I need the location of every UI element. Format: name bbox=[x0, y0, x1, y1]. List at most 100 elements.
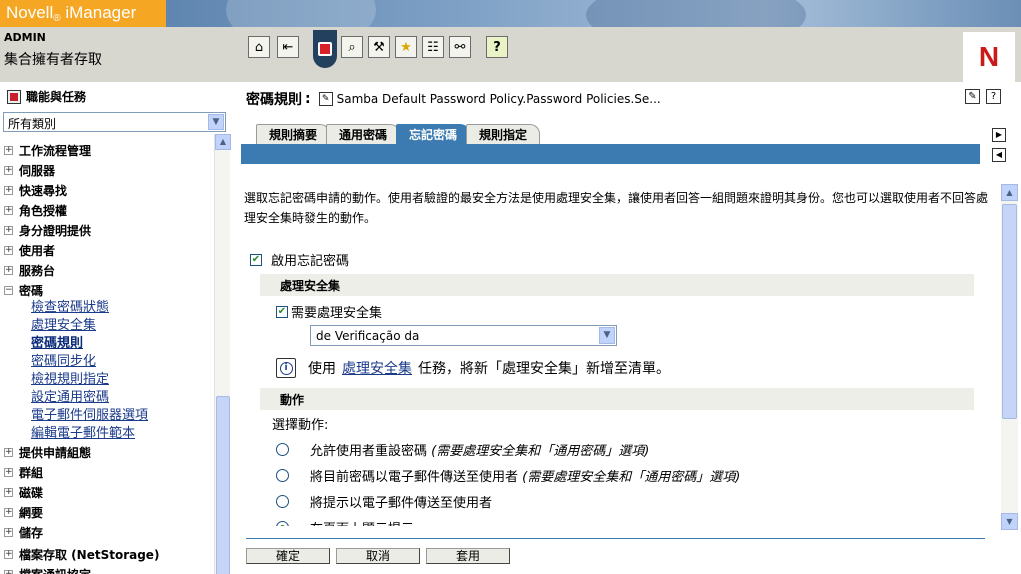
radio-button-selected[interactable] bbox=[276, 521, 289, 526]
tree-item-role-auth[interactable]: + 角色授權 bbox=[4, 202, 67, 219]
header-banner bbox=[166, 0, 1021, 27]
tab-policy-summary[interactable]: 規則摘要 bbox=[256, 124, 331, 144]
expand-icon[interactable]: + bbox=[4, 266, 13, 275]
action-buttons: 確定 取消 套用 bbox=[246, 548, 516, 564]
action-email-hint[interactable]: 將提示以電子郵件傳送至使用者 bbox=[276, 492, 492, 511]
forgotten-password-form: 選取忘記密碼申請的動作。使用者驗證的最安全方法是使用處理安全集，讓使用者回答一組… bbox=[238, 182, 1000, 526]
action-email-password[interactable]: 將目前密碼以電子郵件傳送至使用者 (需要處理安全集和「通用密碼」選項) bbox=[276, 466, 740, 485]
expand-icon[interactable]: + bbox=[4, 570, 13, 574]
info-note: i 使用 處理安全集 任務，將新「處理安全集」新增至清單。 bbox=[276, 358, 670, 378]
enable-checkbox[interactable]: ✔ bbox=[250, 253, 262, 266]
require-checkbox[interactable]: ✔ bbox=[276, 305, 288, 318]
expand-icon[interactable]: + bbox=[4, 206, 13, 215]
prev-tab-icon[interactable]: ◀ bbox=[992, 148, 1006, 162]
challenge-set-select[interactable]: de Verificação da ▼ bbox=[310, 325, 617, 346]
toolbox-icon[interactable]: ⚒ bbox=[368, 36, 390, 58]
tree-item-provisioning[interactable]: + 提供申請組態 bbox=[4, 444, 91, 461]
chevron-down-icon[interactable]: ▼ bbox=[208, 114, 224, 130]
expand-icon[interactable]: + bbox=[4, 448, 13, 457]
exit-icon[interactable]: ⇤ bbox=[277, 36, 299, 58]
apply-button[interactable]: 套用 bbox=[426, 548, 510, 564]
search-icon[interactable]: ⌕ bbox=[341, 36, 363, 58]
require-challenge-set[interactable]: ✔ 需要處理安全集 bbox=[276, 302, 382, 321]
task-password-sync[interactable]: 密碼同步化 bbox=[31, 350, 96, 369]
category-select[interactable]: 所有類別 ▼ bbox=[3, 112, 226, 132]
tab-forgotten-password[interactable]: 忘記密碼 bbox=[396, 124, 471, 144]
help-icon[interactable]: ? bbox=[486, 36, 508, 58]
ok-button[interactable]: 確定 bbox=[246, 548, 330, 564]
scroll-thumb[interactable] bbox=[216, 396, 230, 574]
favorites-icon[interactable]: ★ bbox=[395, 36, 417, 58]
scroll-down-icon[interactable]: ▼ bbox=[1001, 513, 1018, 530]
task-edit-email-templates[interactable]: 編輯電子郵件範本 bbox=[31, 422, 135, 441]
tree-item-storage[interactable]: + 儲存 bbox=[4, 524, 43, 541]
tree-item-servers[interactable]: + 伺服器 bbox=[4, 162, 55, 179]
edit-icon[interactable]: ✎ bbox=[965, 89, 980, 104]
tree-item-identity[interactable]: + 身分證明提供 bbox=[4, 222, 91, 239]
action-allow-reset[interactable]: 允許使用者重設密碼 (需要處理安全集和「通用密碼」選項) bbox=[276, 440, 649, 459]
expand-icon[interactable]: + bbox=[4, 528, 13, 537]
scroll-up-icon[interactable]: ▲ bbox=[1001, 184, 1018, 201]
task-tree: + 工作流程管理 + 伺服器 + 快速尋找 + 角色授權 + 身分證明提供 + 使用者 + 服… bbox=[0, 138, 214, 574]
task-password-policies[interactable]: 密碼規則 bbox=[31, 332, 83, 351]
scroll-thumb[interactable] bbox=[1002, 204, 1017, 419]
tree-item-helpdesk[interactable]: + 服務台 bbox=[4, 262, 55, 279]
help-icon[interactable]: ? bbox=[986, 89, 1001, 104]
header: Novell® iManager ADMIN 集合擁有者存取 ⌂ ⇤ ⌕ ⚒ ★… bbox=[0, 0, 1021, 84]
novell-logo: Novell® iManager bbox=[0, 0, 166, 27]
policy-icon: ✎ bbox=[318, 92, 333, 106]
panel-title: 職能與任務 bbox=[8, 88, 86, 105]
tab-policy-assignment[interactable]: 規則指定 bbox=[466, 124, 541, 144]
checklist-icon[interactable]: ☷ bbox=[422, 36, 444, 58]
expand-icon[interactable]: + bbox=[4, 246, 13, 255]
tree-item-quick-find[interactable]: + 快速尋找 bbox=[4, 182, 67, 199]
expand-icon[interactable]: + bbox=[4, 186, 13, 195]
roles-tasks-panel: 職能與任務 所有類別 ▼ + 工作流程管理 + 伺服器 + 快速尋找 + 角色授權 + 身… bbox=[0, 84, 232, 574]
section-challenge-set: 處理安全集 bbox=[260, 274, 974, 296]
user-name: ADMIN bbox=[4, 31, 46, 44]
challenge-set-link[interactable]: 處理安全集 bbox=[342, 358, 412, 378]
expand-icon[interactable]: + bbox=[4, 550, 13, 559]
expand-icon[interactable]: + bbox=[4, 468, 13, 477]
chevron-down-icon[interactable]: ▼ bbox=[599, 327, 615, 344]
policy-name: Samba Default Password Policy.Password P… bbox=[336, 92, 661, 106]
expand-icon[interactable]: + bbox=[4, 146, 13, 155]
task-challenge-sets[interactable]: 處理安全集 bbox=[31, 314, 96, 333]
main-scrollbar[interactable]: ▲ ▼ bbox=[1001, 184, 1018, 530]
tree-item-groups[interactable]: + 群組 bbox=[4, 464, 43, 481]
enable-forgotten-password[interactable]: ✔ 啟用忘記密碼 bbox=[250, 250, 349, 269]
tree-item-netstorage[interactable]: + 檔案存取 (NetStorage) bbox=[4, 546, 159, 563]
tree-item-file-protocols[interactable]: +檔案通訊協定 bbox=[4, 566, 91, 574]
expand-icon[interactable]: + bbox=[4, 166, 13, 175]
radio-button[interactable] bbox=[276, 469, 289, 482]
tree-item-workflow[interactable]: + 工作流程管理 bbox=[4, 142, 91, 159]
cancel-button[interactable]: 取消 bbox=[336, 548, 420, 564]
task-view-policy-assignment[interactable]: 檢視規則指定 bbox=[31, 368, 109, 387]
expand-icon[interactable]: + bbox=[4, 488, 13, 497]
intro-text: 選取忘記密碼申請的動作。使用者驗證的最安全方法是使用處理安全集，讓使用者回答一組… bbox=[244, 191, 989, 225]
info-icon: i bbox=[276, 358, 296, 378]
action-show-hint[interactable]: 在頁面上顯示提示 bbox=[276, 518, 414, 526]
collapse-icon[interactable]: − bbox=[4, 286, 13, 295]
expand-icon[interactable]: + bbox=[4, 226, 13, 235]
home-icon[interactable]: ⌂ bbox=[248, 36, 270, 58]
left-scrollbar[interactable]: ▲ bbox=[214, 134, 231, 574]
roles-tasks-icon[interactable] bbox=[313, 30, 337, 68]
next-tab-icon[interactable]: ▶ bbox=[992, 128, 1006, 142]
radio-button[interactable] bbox=[276, 495, 289, 508]
tree-item-users[interactable]: + 使用者 bbox=[4, 242, 55, 259]
tree-item-schema[interactable]: + 網要 bbox=[4, 504, 43, 521]
tab-strip: 規則摘要 通用密碼 忘記密碼 規則指定 bbox=[256, 124, 541, 144]
hierarchy-icon[interactable]: ⚯ bbox=[449, 36, 471, 58]
radio-button[interactable] bbox=[276, 443, 289, 456]
task-check-password-status[interactable]: 檢查密碼狀態 bbox=[31, 296, 109, 315]
main-content: 密碼規則: ✎ Samba Default Password Policy.Pa… bbox=[238, 84, 1021, 574]
scroll-up-icon[interactable]: ▲ bbox=[215, 134, 231, 150]
tab-bar bbox=[241, 144, 980, 164]
task-email-server-options[interactable]: 電子郵件伺服器選項 bbox=[31, 404, 148, 423]
expand-icon[interactable]: + bbox=[4, 508, 13, 517]
tab-universal-password[interactable]: 通用密碼 bbox=[326, 124, 401, 144]
novell-n-logo: N bbox=[963, 32, 1015, 82]
tree-item-disk[interactable]: + 磁碟 bbox=[4, 484, 43, 501]
task-set-universal-password[interactable]: 設定通用密碼 bbox=[31, 386, 109, 405]
